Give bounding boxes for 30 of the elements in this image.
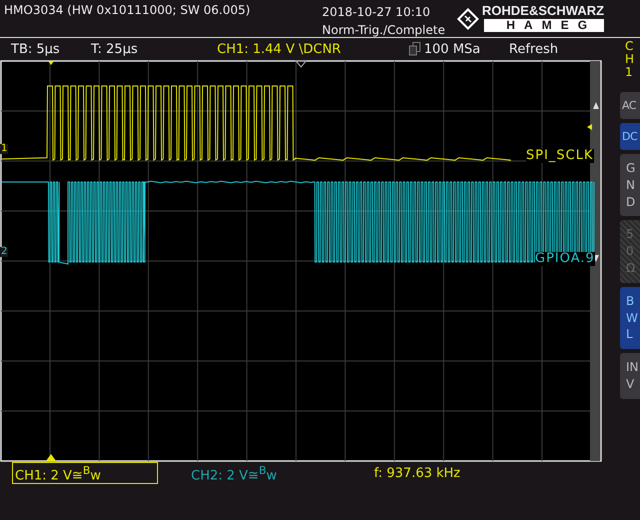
date-time: 2018-10-27 10:10 (322, 4, 432, 21)
coupling-button[interactable]: GND (620, 154, 640, 216)
timebase-readout: TB: 5µs (11, 42, 61, 56)
diamond-logo-icon (456, 7, 480, 31)
acquisition-icon (409, 42, 421, 56)
brand-subname: HAMEG (484, 19, 604, 32)
brand-name: ROHDE&SCHWARZ (482, 3, 604, 19)
trigger-position-icon (48, 61, 54, 65)
coupling-button[interactable]: INV (620, 353, 640, 399)
acquisition-mode: Refresh (509, 42, 558, 56)
trace-label: SPI_SCLK (526, 149, 594, 163)
trigger-readout: CH1: 1.44 V \DCNR (217, 42, 342, 56)
coupling-button[interactable]: BWL (620, 286, 640, 350)
frequency-readout: f: 937.63 kHz (374, 466, 460, 480)
trigger-status: Norm-Trig./Complete (322, 22, 446, 39)
trigger-position-icon (46, 454, 56, 461)
channel-scale[interactable]: CH2: 2 V≅$^{B}$w (188, 462, 334, 484)
sample-rate-readout: 100 MSa (424, 42, 482, 56)
trigger-time-readout: T: 25µs (91, 42, 139, 56)
instrument-model: HMO3034 (HW 0x10111000; SW 06.005) (3, 2, 252, 17)
center-marker-icon (294, 60, 308, 68)
channel-marker: 1 (1, 143, 8, 154)
coupling-button[interactable]: DC (620, 123, 640, 150)
scroll-up-icon (593, 102, 599, 109)
coupling-button[interactable]: AC (620, 92, 640, 119)
trigger-level-icon (587, 124, 592, 130)
channel-scale[interactable]: CH1: 2 V≅$^{B}$w (12, 462, 158, 484)
trace-label: GPIOA.9 (535, 252, 595, 266)
channel-title: CH1 (625, 40, 636, 82)
channel-marker: 2 (1, 246, 8, 257)
